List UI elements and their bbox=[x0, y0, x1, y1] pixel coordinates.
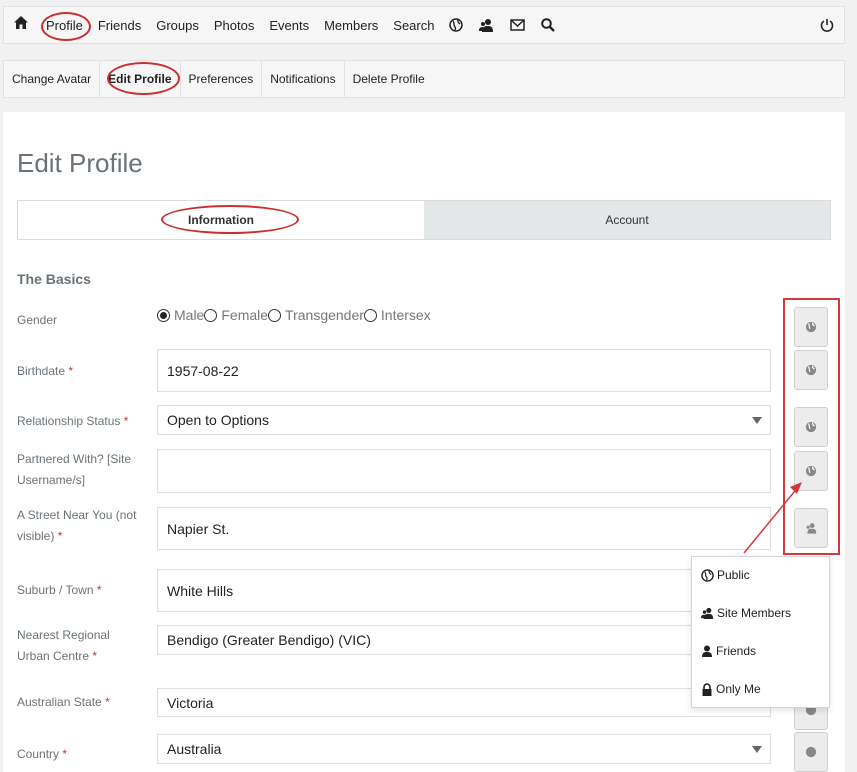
annotation-arrow bbox=[743, 482, 802, 554]
